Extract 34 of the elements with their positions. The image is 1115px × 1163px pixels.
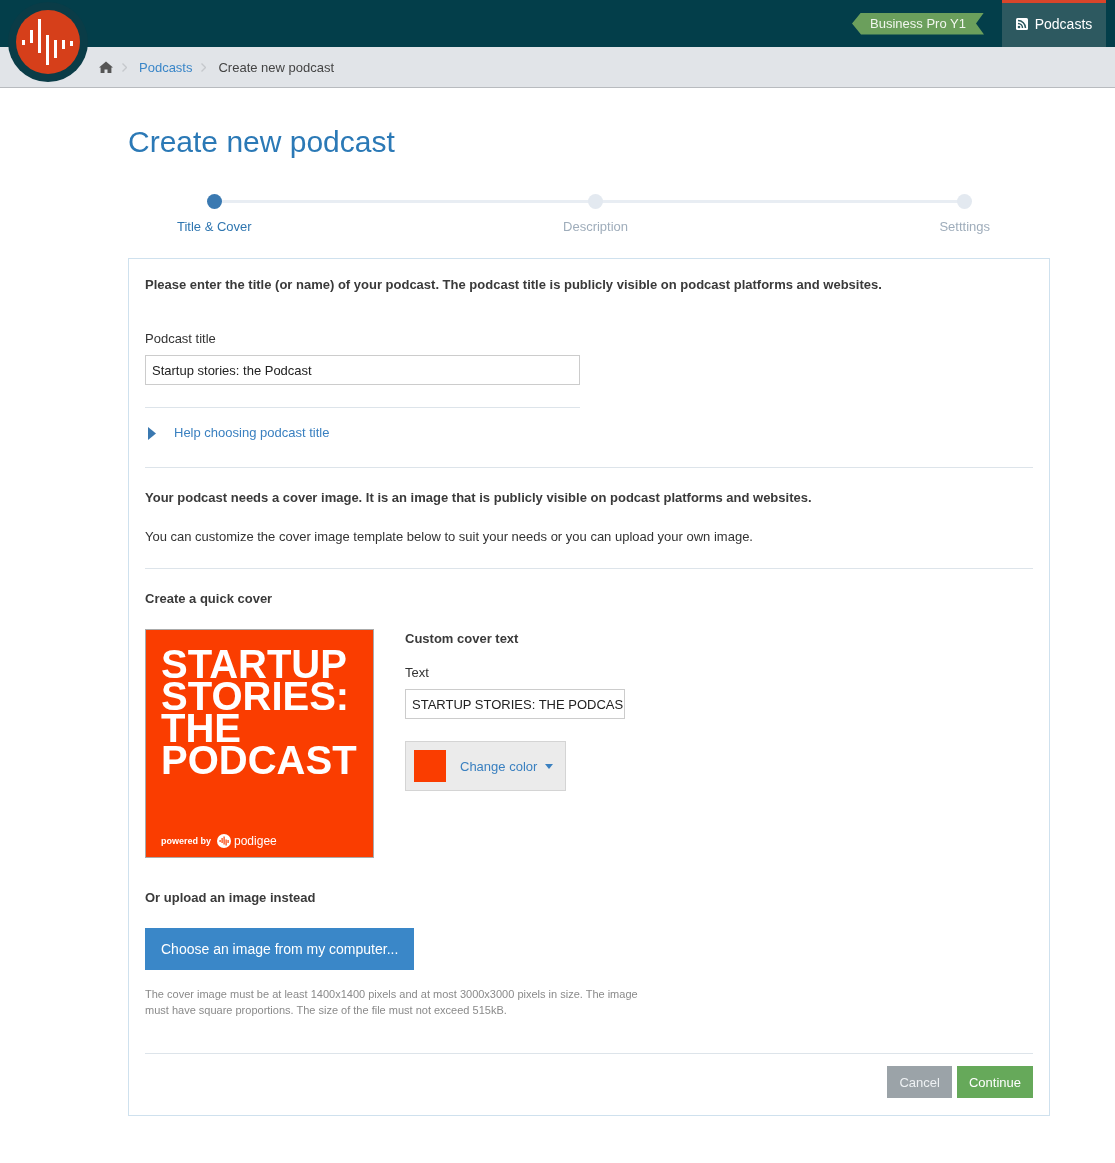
section-heading: Create a quick cover	[145, 591, 273, 607]
breadcrumb-current: Create new podcast	[218, 59, 335, 75]
change-color-button[interactable]: Change color	[405, 741, 566, 791]
field-label: Podcast title	[145, 331, 216, 347]
caret-icon	[545, 763, 554, 769]
cover-info-text: You can customize the cover image template below to suit your needs or you can upload your own image.	[145, 529, 753, 545]
nav-tab[interactable]: Podcasts	[1002, 0, 1106, 47]
rss-icon	[1015, 17, 1028, 30]
title-intro-text: Please enter the title (or name) of your podcast. The podcast title is publicly visible on podcast platforms and websites.	[145, 277, 882, 293]
step-label: Title & Cover	[177, 219, 252, 235]
step-label: Description	[563, 219, 629, 235]
cancel-button[interactable]: Cancel	[887, 1066, 952, 1098]
home-icon[interactable]	[99, 61, 113, 73]
waveform-logo-icon	[217, 834, 231, 848]
field-label: Text	[405, 665, 429, 681]
step-label: Setttings	[939, 219, 990, 235]
chevron-icon	[201, 62, 207, 72]
section-heading: Or upload an image instead	[145, 890, 316, 906]
cover-text-field[interactable]: STARTUP STORIES: THE PODCAS	[405, 689, 625, 719]
upload-hint-text: The cover image must be at least 1400x1400 pixels and at most 3000x3000 pixels in size. The image must have square proportions. The size of the file must not exceed 515kB.	[145, 987, 639, 1018]
podcast-title-field[interactable]: Startup stories: the Podcast	[145, 355, 580, 385]
cover-title-text: STARTUP STORIES: THE PODCAST	[161, 648, 358, 776]
help-link[interactable]: Help choosing podcast title	[174, 425, 330, 441]
brand-name: podigee	[234, 834, 277, 848]
disclosure-triangle-icon[interactable]	[148, 426, 156, 440]
chevron-icon	[122, 62, 127, 72]
powered-by-text: powered by	[161, 836, 211, 846]
cover-intro-text: Your podcast needs a cover image. It is an image that is publicly visible on podcast platforms and websites.	[145, 490, 812, 506]
section-heading: Custom cover text	[405, 631, 519, 647]
plan-badge: Business Pro Y1	[852, 12, 984, 35]
upload-button[interactable]: Choose an image from my computer...	[145, 928, 415, 970]
breadcrumb-link[interactable]: Podcasts	[139, 59, 193, 75]
page-title: Create new podcast	[128, 124, 395, 160]
continue-button[interactable]: Continue	[956, 1066, 1033, 1098]
